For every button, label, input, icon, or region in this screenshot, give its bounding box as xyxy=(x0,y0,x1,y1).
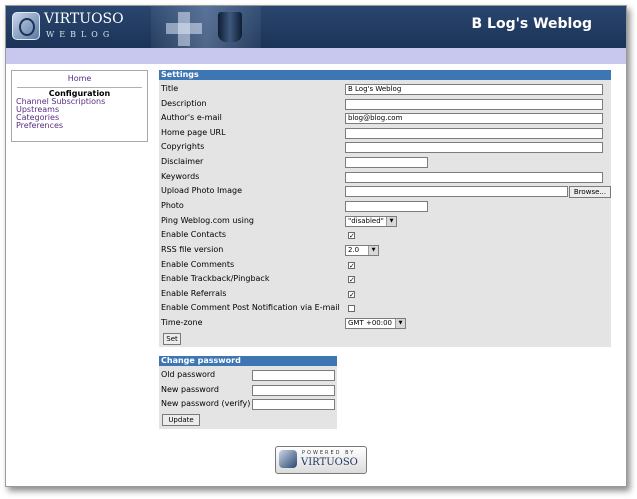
logo-subtitle: WEBLOG xyxy=(46,30,115,39)
keywords-input[interactable] xyxy=(345,172,603,183)
copyrights-label: Copyrights xyxy=(161,142,205,151)
sidebar-divider xyxy=(17,87,142,88)
old-password-input[interactable] xyxy=(252,370,335,381)
rss-label: RSS file version xyxy=(161,245,224,254)
notify-checkbox[interactable] xyxy=(348,305,355,312)
chevron-down-icon: ▼ xyxy=(368,246,378,255)
password-panel: Change password Old password New passwor… xyxy=(159,356,337,429)
timezone-label: Time-zone xyxy=(161,318,203,327)
header-subbar xyxy=(6,48,626,64)
upload-label: Upload Photo Image xyxy=(161,186,242,195)
sidebar-home-link[interactable]: Home xyxy=(12,74,147,83)
chevron-down-icon: ▼ xyxy=(395,319,405,328)
rss-version-value: 2.0 xyxy=(348,246,360,254)
disclaimer-label: Disclaimer xyxy=(161,157,204,166)
disclaimer-input[interactable] xyxy=(345,157,428,168)
description-input[interactable] xyxy=(345,99,603,110)
description-label: Description xyxy=(161,99,207,108)
password-heading: Change password xyxy=(159,356,337,366)
referrals-label: Enable Referrals xyxy=(161,289,227,298)
trackback-label: Enable Trackback/Pingback xyxy=(161,274,270,283)
powered-by-badge[interactable]: POWERED BY VIRTUOSO xyxy=(275,446,367,474)
virtuoso-badge-icon xyxy=(279,450,297,468)
set-button[interactable]: Set xyxy=(163,333,181,345)
title-input[interactable]: B Log's Weblog xyxy=(345,84,603,95)
verify-password-label: New password (verify) xyxy=(161,399,251,408)
photo-input[interactable] xyxy=(345,201,428,212)
new-password-label: New password xyxy=(161,385,219,394)
sidebar-item-preferences[interactable]: Preferences xyxy=(12,122,147,130)
update-button[interactable]: Update xyxy=(162,414,200,426)
settings-heading: Settings xyxy=(159,70,611,80)
browser-page: VIRTUOSO WEBLOG B Log's Weblog Home Conf… xyxy=(5,5,627,487)
powered-brand: VIRTUOSO xyxy=(301,457,358,468)
mug-decoration-icon xyxy=(218,12,242,42)
comments-checkbox[interactable]: ✓ xyxy=(348,262,355,270)
trackback-checkbox[interactable]: ✓ xyxy=(348,276,355,284)
blog-title: B Log's Weblog xyxy=(471,16,593,32)
browse-button[interactable]: Browse... xyxy=(569,186,611,198)
email-label: Author's e-mail xyxy=(161,113,222,122)
keywords-label: Keywords xyxy=(161,172,200,181)
copyrights-input[interactable] xyxy=(345,142,603,153)
old-password-label: Old password xyxy=(161,370,216,379)
sidebar: Home Configuration Channel Subscriptions… xyxy=(11,70,148,142)
title-label: Title xyxy=(161,84,179,93)
timezone-select[interactable]: GMT +00:00 ▼ xyxy=(345,318,406,329)
comments-label: Enable Comments xyxy=(161,260,235,269)
ping-select[interactable]: "disabled" ▼ xyxy=(345,216,397,227)
contacts-label: Enable Contacts xyxy=(161,230,227,239)
notify-label: Enable Comment Post Notification via E-m… xyxy=(161,303,340,312)
ping-select-value: "disabled" xyxy=(348,217,384,225)
rss-version-select[interactable]: 2.0 ▼ xyxy=(345,245,379,256)
homepage-label: Home page URL xyxy=(161,128,226,137)
timezone-value: GMT +00:00 xyxy=(348,319,393,327)
powered-by-text: POWERED BY xyxy=(302,450,356,456)
contacts-checkbox[interactable]: ✓ xyxy=(348,232,355,240)
virtuoso-logo-icon xyxy=(12,12,40,40)
logo-text: VIRTUOSO xyxy=(44,11,124,27)
homepage-input[interactable] xyxy=(345,128,603,139)
site-header: VIRTUOSO WEBLOG B Log's Weblog xyxy=(6,6,626,48)
settings-panel: Settings Title B Log's Weblog Descriptio… xyxy=(159,70,611,347)
ping-label: Ping Weblog.com using xyxy=(161,216,254,225)
referrals-checkbox[interactable]: ✓ xyxy=(348,291,355,299)
verify-password-input[interactable] xyxy=(252,399,335,410)
cross-decoration-bar xyxy=(166,23,202,34)
chevron-down-icon: ▼ xyxy=(386,217,396,226)
upload-file-input[interactable] xyxy=(345,186,568,197)
photo-label: Photo xyxy=(161,201,184,210)
email-input[interactable]: blog@blog.com xyxy=(345,113,603,124)
new-password-input[interactable] xyxy=(252,385,335,396)
